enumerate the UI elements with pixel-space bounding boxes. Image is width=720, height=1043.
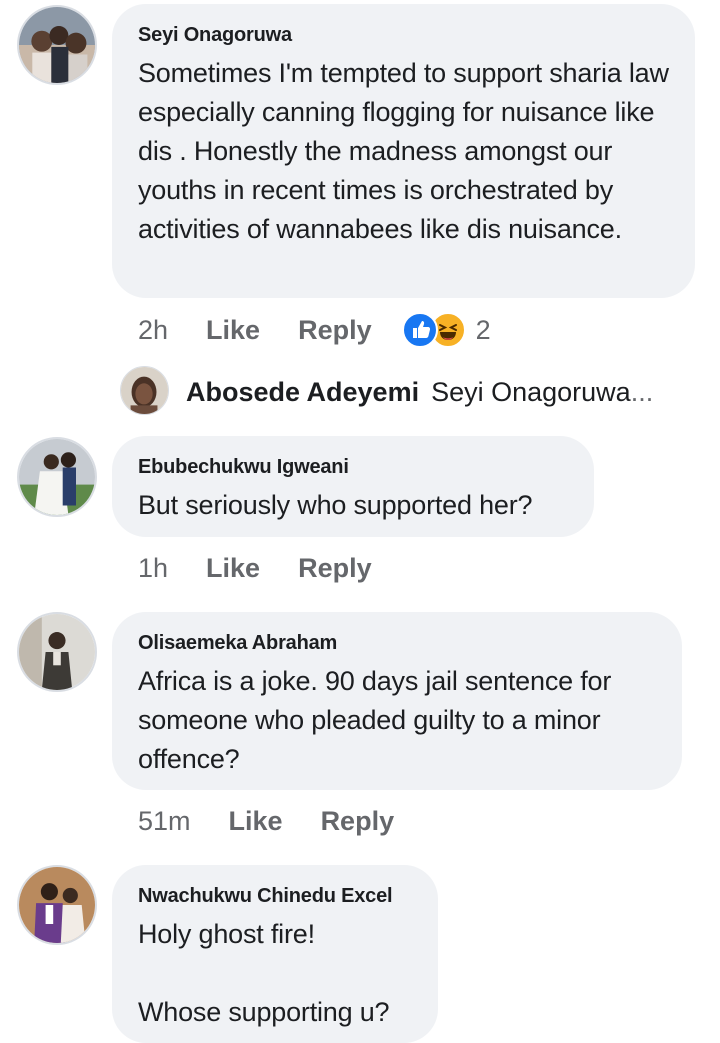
- comment-author[interactable]: Olisaemeka Abraham: [138, 630, 656, 656]
- avatar-ebubechukwu-igweani[interactable]: [17, 437, 97, 517]
- reply-button[interactable]: Reply: [298, 313, 372, 347]
- like-button[interactable]: Like: [229, 804, 283, 838]
- like-icon: [401, 312, 438, 348]
- reaction-summary[interactable]: 2: [401, 312, 491, 348]
- avatar-abosede-adeyemi[interactable]: [120, 366, 169, 415]
- comment-timestamp[interactable]: 51m: [138, 804, 191, 838]
- avatar-olisaemeka-abraham[interactable]: [17, 612, 97, 692]
- comment-bubble: Seyi Onagoruwa Sometimes I'm tempted to …: [112, 4, 695, 298]
- comment-text: Sometimes I'm tempted to support sharia …: [138, 58, 677, 244]
- comment-timestamp[interactable]: 2h: [138, 313, 168, 347]
- reply-snippet: Seyi Onagoruwa: [431, 376, 631, 407]
- profile-photo-icon: [121, 367, 168, 414]
- profile-photo-icon: [19, 614, 95, 690]
- avatar-nwachukwu-chinedu-excel[interactable]: [17, 865, 97, 945]
- comment-text: Africa is a joke. 90 days jail sentence …: [138, 666, 619, 774]
- comment-actions: 1h Like Reply: [138, 551, 410, 585]
- profile-photo-icon: [19, 439, 95, 515]
- comment-text: Holy ghost fire! Whose supporting u?: [138, 919, 390, 1027]
- reply-button[interactable]: Reply: [298, 551, 372, 585]
- reaction-count: 2: [475, 315, 491, 345]
- comment-author[interactable]: Seyi Onagoruwa: [138, 22, 669, 48]
- comment-bubble: Olisaemeka Abraham Africa is a joke. 90 …: [112, 612, 682, 790]
- avatar-seyi-onagoruwa[interactable]: [17, 5, 97, 85]
- comment-bubble: Nwachukwu Chinedu Excel Holy ghost fire!…: [112, 865, 438, 1043]
- comment-author[interactable]: Nwachukwu Chinedu Excel: [138, 883, 412, 909]
- reply-button[interactable]: Reply: [321, 804, 395, 838]
- comment-text: But seriously who supported her?: [138, 490, 533, 520]
- reply-author[interactable]: Abosede Adeyemi: [186, 377, 419, 408]
- like-button[interactable]: Like: [206, 551, 260, 585]
- comment-actions: 2h Like Reply 2: [138, 312, 491, 348]
- profile-photo-icon: [19, 867, 95, 943]
- comment-bubble: Ebubechukwu Igweani But seriously who su…: [112, 436, 594, 537]
- profile-photo-icon: [19, 7, 95, 83]
- comment-author[interactable]: Ebubechukwu Igweani: [138, 454, 568, 480]
- reply-ellipsis: ...: [630, 376, 654, 407]
- like-button[interactable]: Like: [206, 313, 260, 347]
- comment-timestamp[interactable]: 1h: [138, 551, 168, 585]
- comment-actions: 51m Like Reply: [138, 804, 432, 838]
- reply-preview[interactable]: Abosede Adeyemi Seyi Onagoruwa ...: [186, 374, 653, 410]
